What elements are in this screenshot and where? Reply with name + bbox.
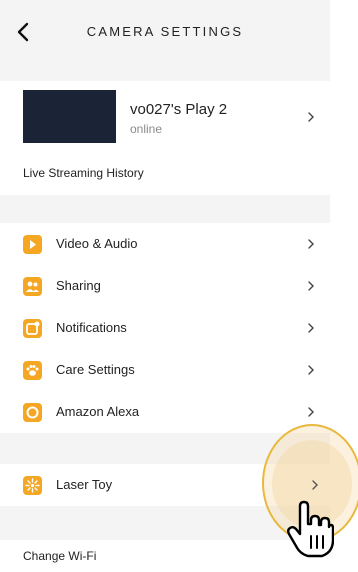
live-streaming-history[interactable]: Live Streaming History: [0, 153, 330, 195]
page-title: CAMERA SETTINGS: [86, 24, 244, 39]
chevron-right-icon: [308, 323, 314, 333]
device-row[interactable]: vo027's Play 2 online: [0, 81, 330, 153]
device-name: vo027's Play 2: [130, 101, 228, 118]
menu-item-label: Notifications: [56, 320, 127, 335]
chevron-right-icon: [308, 281, 314, 291]
menu-item-video-audio[interactable]: Video & Audio: [0, 223, 330, 265]
section-divider: [0, 195, 330, 223]
live-streaming-label: Live Streaming History: [23, 166, 144, 180]
menu-item-label: Sharing: [56, 278, 101, 293]
hand-pointer-icon: [287, 500, 334, 558]
section-divider: [0, 64, 330, 81]
chevron-right-icon: [312, 480, 318, 490]
camera-thumbnail: [23, 90, 116, 143]
menu-item-label: Amazon Alexa: [56, 404, 140, 419]
menu-item-sharing[interactable]: Sharing: [0, 265, 330, 307]
chevron-right-icon: [308, 365, 314, 375]
chevron-right-icon: [308, 112, 314, 122]
people-icon: [23, 277, 42, 296]
chevron-right-icon: [308, 239, 314, 249]
header-bar: CAMERA SETTINGS: [0, 0, 330, 64]
change-wifi-row[interactable]: Change Wi-Fi: [0, 540, 330, 572]
menu-item-notifications[interactable]: Notifications: [0, 307, 330, 349]
notification-icon: [23, 319, 42, 338]
menu-item-label: Laser Toy: [56, 477, 113, 492]
menu-item-amazon-alexa[interactable]: Amazon Alexa: [0, 391, 330, 433]
chevron-right-icon: [308, 407, 314, 417]
alexa-icon: [23, 403, 42, 422]
menu-item-care-settings[interactable]: Care Settings: [0, 349, 330, 391]
menu-item-label: Video & Audio: [56, 236, 138, 251]
change-wifi-label: Change Wi-Fi: [23, 549, 97, 563]
play-icon: [23, 235, 42, 254]
paw-icon: [23, 361, 42, 380]
laser-icon: [23, 476, 42, 495]
menu-item-label: Care Settings: [56, 362, 135, 377]
device-status: online: [130, 122, 163, 136]
